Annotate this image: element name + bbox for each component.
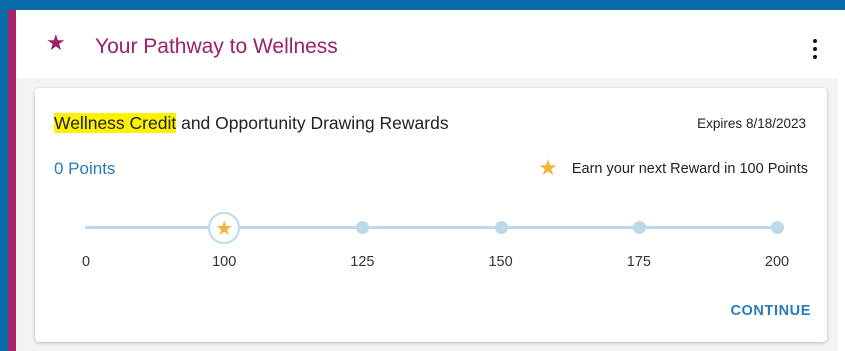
milestone-label: 150 — [488, 254, 513, 270]
next-reward-text: Earn your next Reward in 100 Points — [571, 161, 808, 177]
milestone-label: 125 — [350, 254, 375, 270]
panel-title: Your Pathway to Wellness — [95, 35, 338, 58]
points-balance: 0 Points — [54, 159, 116, 178]
panel-header: ★ Your Pathway to Wellness — [16, 10, 838, 78]
current-milestone-node: ★ — [208, 212, 241, 244]
window-frame-left — [0, 0, 8, 351]
kebab-dot — [813, 55, 817, 59]
card-title: Wellness Credit and Opportunity Drawing … — [54, 113, 449, 134]
milestone-label: 175 — [626, 254, 651, 270]
kebab-dot — [813, 47, 817, 51]
milestone-node — [356, 221, 370, 234]
panel-accent-bar — [8, 10, 16, 351]
progress-track-line — [85, 226, 779, 229]
milestone-node — [771, 221, 784, 234]
expiration-date: Expires 8/18/2023 — [697, 116, 806, 131]
card-title-rest: and Opportunity Drawing Rewards — [176, 113, 449, 133]
milestone-label: 0 — [81, 254, 91, 270]
rewards-card: Wellness Credit and Opportunity Drawing … — [35, 88, 827, 342]
continue-button[interactable]: CONTINUE — [730, 303, 811, 319]
milestone-label: 200 — [764, 254, 790, 270]
kebab-dot — [813, 39, 817, 43]
window-frame-top — [0, 0, 845, 10]
star-icon: ★ — [215, 216, 234, 240]
next-reward-info: ★ Earn your next Reward in 100 Points — [538, 158, 808, 180]
star-icon: ★ — [538, 156, 558, 181]
kebab-menu-icon[interactable] — [808, 37, 822, 61]
progress-track: ★ — [35, 208, 827, 248]
highlighted-text: Wellness Credit — [54, 113, 177, 133]
star-icon: ★ — [46, 31, 66, 56]
milestone-node — [494, 221, 508, 234]
wellness-panel: ★ Your Pathway to Wellness Wellness Cred… — [16, 10, 838, 351]
milestone-node — [632, 221, 646, 234]
milestone-label: 100 — [212, 254, 237, 270]
